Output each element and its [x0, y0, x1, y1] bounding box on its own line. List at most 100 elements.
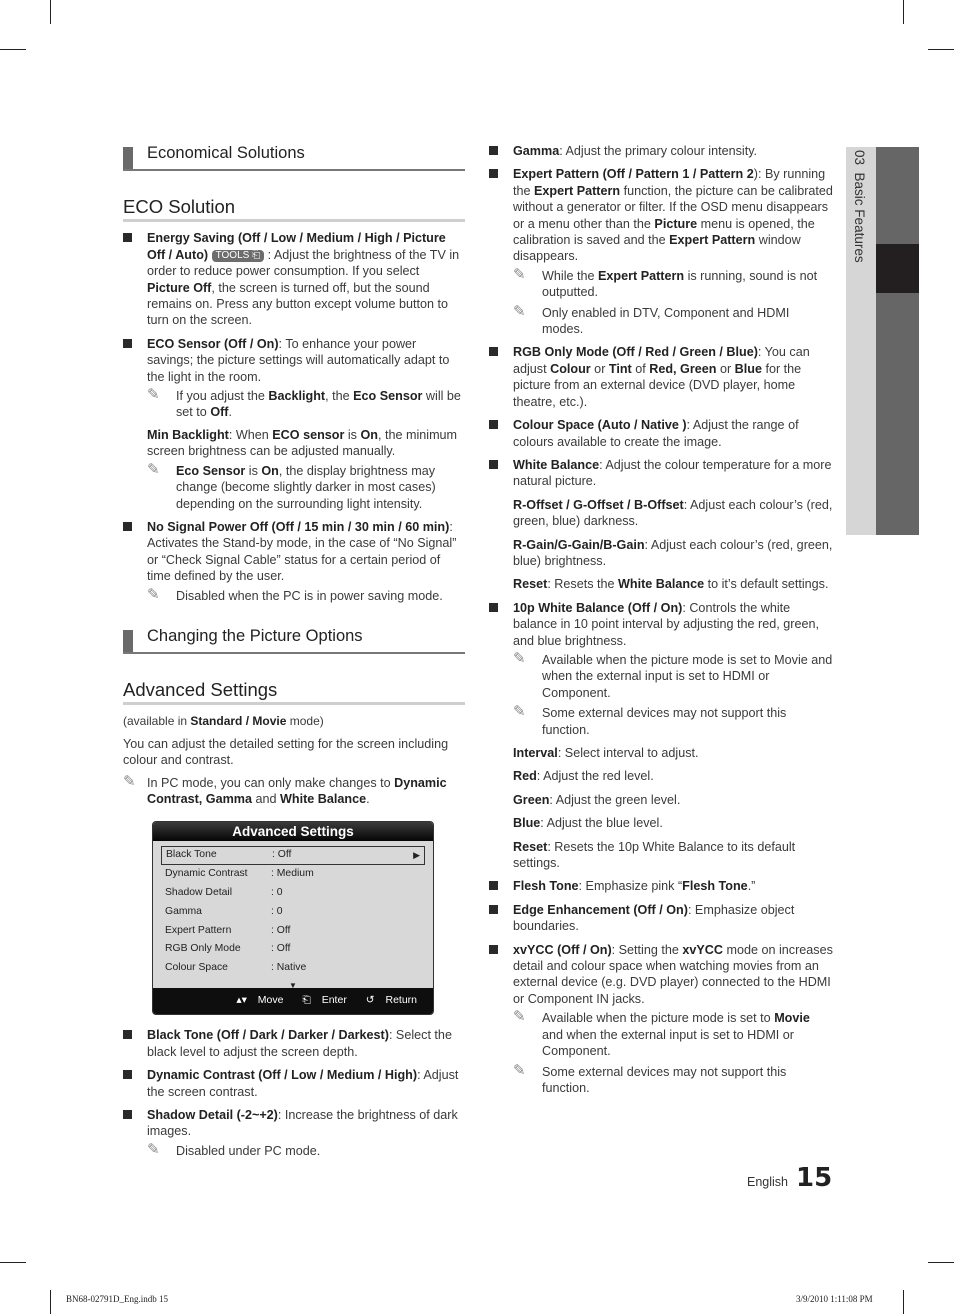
osd-item-label: Dynamic Contrast [165, 868, 248, 880]
note-bold: Off [210, 405, 229, 420]
crop-mark [0, 1262, 26, 1263]
osd-item-value: : Off [271, 943, 291, 955]
sub-text: : Select interval to adjust. [557, 746, 699, 760]
sub-text: : Adjust the green level. [549, 792, 681, 807]
item-title: Dynamic Contrast (Off / Low / Medium / H… [147, 1068, 418, 1083]
sub-bold: R-Gain/G-Gain/B-Gain [513, 537, 645, 552]
sub-bold: Green [513, 792, 550, 807]
sub-text: : Resets the [547, 577, 619, 592]
tools-label: TOOLS [215, 249, 250, 261]
sub-bold: Red [513, 769, 537, 784]
up-down-icon: ▴▾ [236, 994, 247, 1007]
item-text: or [716, 361, 735, 376]
osd-menu-item-colour-space[interactable]: Colour Space : Native [161, 959, 425, 978]
sub-bold: ECO sensor [272, 427, 345, 442]
osd-hint-move: ▴▾ Move [236, 994, 291, 1006]
list-item-shadow-detail: Shadow Detail (-2~+2): Increase the brig… [123, 1107, 465, 1159]
note: ✎ Disabled when the PC is in power savin… [147, 585, 465, 604]
bullet-icon [489, 904, 498, 914]
item-text: : Adjust the primary colour intensity. [559, 144, 758, 158]
crop-mark [50, 1290, 51, 1314]
note: ✎ Available when the picture mode is set… [513, 1008, 833, 1059]
list-item-edge-enhancement: Edge Enhancement (Off / On): Emphasize o… [489, 902, 833, 935]
note-text: and [251, 791, 280, 806]
crop-mark [0, 49, 26, 50]
osd-hint-label: Move [257, 994, 284, 1007]
osd-menu-item-expert-pattern[interactable]: Expert Pattern : Off [161, 922, 425, 941]
note-text: . [228, 405, 233, 420]
bullet-icon [489, 169, 498, 179]
osd-item-label: RGB Only Mode [165, 943, 241, 955]
item-bold: Blue [734, 361, 762, 376]
chapter-title: Basic Features [852, 172, 867, 263]
item-bold: Expert Pattern [669, 233, 756, 248]
note-text: Some external devices may not support th… [542, 1064, 787, 1095]
pc-mode-note: ✎ In PC mode, you can only make changes … [123, 773, 465, 808]
page-number: 15 [796, 1163, 833, 1193]
heading-bar [123, 147, 133, 169]
osd-menu-item-rgb-only-mode[interactable]: RGB Only Mode : Off [161, 940, 425, 959]
note-bold: Eco Sensor [176, 463, 246, 478]
return-icon: ↺ [365, 994, 375, 1007]
tools-icon: ⎗ [252, 249, 261, 261]
osd-menu-item-gamma[interactable]: Gamma : 0 [161, 903, 425, 922]
note-text: Disabled under PC mode. [176, 1143, 321, 1158]
osd-item-value: : 0 [271, 905, 283, 917]
note-pencil-icon: ✎ [147, 386, 160, 404]
osd-item-label: Colour Space [165, 962, 228, 974]
list-item-gamma: Gamma: Adjust the primary colour intensi… [489, 143, 833, 159]
osd-item-value: : Native [271, 962, 307, 974]
item-bold: Red, Green [649, 361, 717, 376]
note: ✎ Disabled under PC mode. [147, 1141, 465, 1159]
item-bold: Picture [654, 216, 698, 231]
osd-item-value: : Off [271, 924, 291, 936]
bullet-icon [489, 459, 498, 469]
osd-hint-return: ↺ Return [366, 994, 425, 1006]
osd-menu-item-dynamic-contrast[interactable]: Dynamic Contrast : Medium [161, 865, 425, 884]
list-item-black-tone: Black Tone (Off / Dark / Darker / Darkes… [123, 1027, 465, 1060]
crop-mark [928, 49, 954, 50]
osd-menu-list: Black Tone : Off ▶ Dynamic Contrast : Me… [161, 846, 425, 978]
osd-item-value: : Medium [271, 868, 314, 880]
note-text: While the [542, 268, 598, 283]
note-text: and when the external input is set to HD… [542, 1027, 795, 1059]
osd-hint-enter: ⎗ Enter [302, 994, 354, 1006]
osd-item-value: : Off [272, 849, 292, 861]
item-title: Colour Space (Auto / Native ) [513, 418, 687, 433]
item-title: Flesh Tone [513, 879, 579, 894]
list-item-energy-saving: Energy Saving (Off / Low / Medium / High… [123, 230, 465, 328]
note-pencil-icon: ✎ [513, 703, 526, 721]
note-text: Some external devices may not support th… [542, 706, 787, 737]
crop-mark [928, 1262, 954, 1263]
note-text: , the [325, 389, 354, 404]
osd-menu-item-shadow-detail[interactable]: Shadow Detail : 0 [161, 884, 425, 903]
item-bold: Tint [608, 361, 632, 376]
sub-bold: Reset [513, 839, 548, 854]
availability-bold: Standard / Movie [190, 714, 287, 729]
footer-language: English [747, 1175, 788, 1189]
list-item-dynamic-contrast: Dynamic Contrast (Off / Low / Medium / H… [123, 1067, 465, 1100]
osd-item-label: Black Tone [166, 849, 217, 861]
bullet-icon [489, 146, 498, 155]
sub-bold: Reset [513, 577, 548, 592]
subsection-title: Economical Solutions [147, 144, 305, 162]
note-text: Disabled when the PC is in power saving … [176, 588, 443, 603]
chevron-right-icon: ▶ [413, 850, 420, 861]
item-title: ECO Sensor (Off / On) [147, 336, 279, 351]
note-text: Only enabled in DTV, Component and HDMI … [542, 305, 790, 337]
bullet-icon [123, 1070, 132, 1080]
sub-bold: On [360, 427, 378, 442]
note-text: In PC mode, you can only make changes to [147, 775, 395, 790]
sub-bold: White Balance [618, 577, 705, 592]
item-title: Gamma [513, 144, 560, 158]
sub-paragraph-reset: Reset: Resets the White Balance to it’s … [513, 576, 833, 592]
note-text: Available when the picture mode is set t… [542, 652, 833, 700]
sub-paragraph-blue: Blue: Adjust the blue level. [513, 815, 833, 831]
item-text: : Emphasize pink “ [578, 879, 683, 894]
note-pencil-icon: ✎ [147, 585, 160, 603]
item-bold: Picture Off [147, 280, 212, 295]
note-pencil-icon: ✎ [513, 1008, 526, 1026]
bullet-icon [123, 521, 132, 531]
sub-paragraph-reset-10p: Reset: Resets the 10p White Balance to i… [513, 839, 833, 872]
osd-menu-item-black-tone[interactable]: Black Tone : Off ▶ [161, 846, 425, 866]
